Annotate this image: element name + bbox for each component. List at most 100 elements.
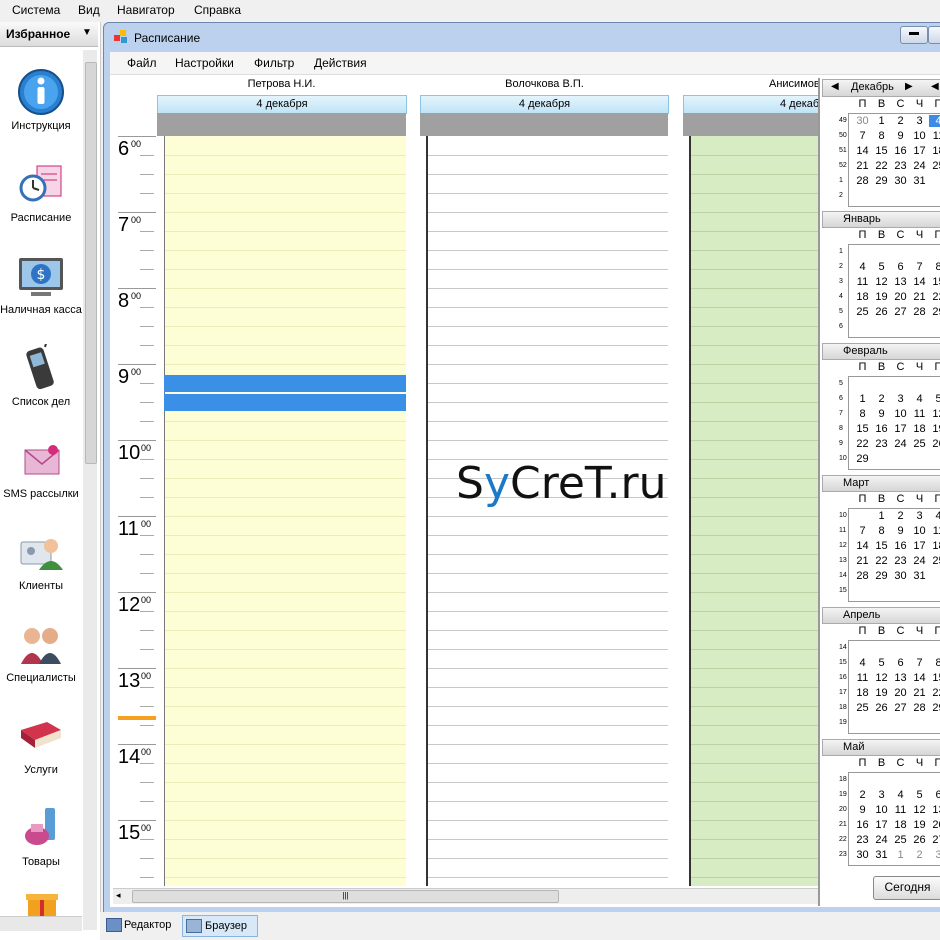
calendar-day[interactable]: 26 [872, 306, 891, 318]
calendar-day[interactable]: 17 [910, 145, 929, 157]
appointment-block[interactable] [164, 394, 406, 411]
nav-item-services[interactable]: Услуги [0, 712, 82, 776]
calendar-day[interactable]: 12 [929, 408, 940, 420]
calendar-day[interactable]: 22 [872, 555, 891, 567]
calendar-day[interactable]: 30 [891, 570, 910, 582]
calendar-day[interactable]: 20 [891, 291, 910, 303]
calendar-day[interactable]: 7 [910, 261, 929, 273]
calendar-day[interactable]: 7 [910, 657, 929, 669]
calendar-day[interactable]: 29 [853, 453, 872, 465]
calendar-day[interactable]: 17 [872, 819, 891, 831]
calendar-day[interactable]: 21 [910, 687, 929, 699]
calendar-day[interactable]: 25 [853, 702, 872, 714]
calendar-day[interactable]: 18 [853, 687, 872, 699]
calendar-day[interactable]: 23 [891, 160, 910, 172]
calendar-day[interactable]: 29 [872, 570, 891, 582]
calendar-day[interactable]: 2 [872, 393, 891, 405]
calendar-day[interactable]: 24 [872, 834, 891, 846]
calendar-day[interactable]: 11 [910, 408, 929, 420]
calendar-day[interactable]: 18 [891, 819, 910, 831]
calendar-day[interactable]: 8 [853, 408, 872, 420]
calendar-day[interactable]: 28 [853, 175, 872, 187]
prev-month-icon[interactable]: ◀ [831, 81, 839, 92]
nav-item-goods[interactable]: Товары [0, 804, 82, 868]
gift-icon[interactable] [26, 888, 58, 916]
calendar-day[interactable]: 29 [929, 702, 940, 714]
appointment-block[interactable] [164, 375, 406, 392]
calendar-day[interactable]: 11 [929, 525, 940, 537]
calendar-day[interactable]: 11 [891, 804, 910, 816]
menu-item-navigator[interactable]: Навигатор [117, 3, 175, 17]
calendar-day[interactable]: 6 [929, 789, 940, 801]
calendar-day[interactable]: 5 [910, 789, 929, 801]
tab-editor[interactable]: Редактор [104, 915, 180, 935]
calendar-day[interactable]: 30 [853, 115, 872, 127]
day-column-anisimov[interactable] [690, 136, 818, 886]
calendar-day[interactable]: 5 [872, 261, 891, 273]
calendar-day[interactable]: 2 [891, 510, 910, 522]
column-date-header[interactable]: 4 декабря [420, 95, 669, 114]
calendar-day[interactable]: 23 [853, 834, 872, 846]
calendar-day[interactable]: 8 [872, 525, 891, 537]
calendar-day[interactable]: 9 [891, 525, 910, 537]
calendar-month-header[interactable]: Февраль [822, 343, 940, 360]
scroll-left-icon[interactable]: ◂ [116, 890, 121, 901]
column-date-header[interactable]: 4 декаб [683, 95, 819, 114]
calendar-month-header[interactable]: Май [822, 739, 940, 756]
tab-browser[interactable]: Браузер [182, 915, 258, 937]
calendar-day[interactable]: 16 [872, 423, 891, 435]
nav-item-sms[interactable]: SMS рассылки [0, 436, 82, 500]
calendar-day[interactable]: 10 [891, 408, 910, 420]
calendar-day[interactable]: 28 [910, 306, 929, 318]
calendar-day[interactable]: 4 [891, 789, 910, 801]
calendar-day[interactable]: 20 [929, 819, 940, 831]
calendar-day[interactable]: 5 [872, 657, 891, 669]
calendar-day[interactable]: 23 [891, 555, 910, 567]
calendar-day[interactable]: 19 [929, 423, 940, 435]
calendar-day[interactable]: 3 [872, 789, 891, 801]
calendar-day[interactable]: 24 [910, 160, 929, 172]
calendar-day[interactable]: 22 [929, 687, 940, 699]
calendar-day[interactable]: 3 [891, 393, 910, 405]
menu-filter[interactable]: Фильтр [254, 56, 294, 70]
calendar-day[interactable]: 9 [853, 804, 872, 816]
calendar-day[interactable]: 27 [929, 834, 940, 846]
calendar-day[interactable]: 8 [929, 261, 940, 273]
menu-actions[interactable]: Действия [314, 56, 367, 70]
navigator-hscrollbar[interactable] [0, 916, 82, 931]
calendar-day[interactable]: 16 [891, 540, 910, 552]
calendar-day[interactable]: 3 [910, 115, 929, 127]
calendar-day[interactable]: 6 [891, 657, 910, 669]
calendar-day[interactable]: 3 [929, 849, 940, 861]
calendar-day[interactable]: 21 [853, 160, 872, 172]
calendar-day[interactable]: 22 [929, 291, 940, 303]
calendar-day[interactable]: 18 [853, 291, 872, 303]
calendar-day[interactable]: 26 [929, 438, 940, 450]
calendar-day[interactable]: 9 [891, 130, 910, 142]
calendar-day[interactable]: 4 [910, 393, 929, 405]
calendar-day[interactable]: 22 [853, 438, 872, 450]
calendar-day[interactable]: 25 [929, 160, 940, 172]
day-column-volochkova[interactable] [427, 136, 668, 886]
calendar-day[interactable]: 25 [929, 555, 940, 567]
calendar-day[interactable]: 10 [910, 130, 929, 142]
calendar-day[interactable]: 25 [853, 306, 872, 318]
calendar-day[interactable]: 19 [872, 291, 891, 303]
nav-item-schedule[interactable]: Расписание [0, 160, 82, 224]
calendar-day[interactable]: 1 [853, 393, 872, 405]
calendar-day[interactable]: 16 [891, 145, 910, 157]
calendar-day[interactable]: 18 [929, 145, 940, 157]
calendar-day[interactable]: 16 [853, 819, 872, 831]
nav-item-specialists[interactable]: Специалисты [0, 620, 82, 684]
calendar-day[interactable]: 24 [910, 555, 929, 567]
column-header-specialist[interactable]: Волочкова В.П. [420, 78, 669, 94]
calendar-day[interactable]: 22 [872, 160, 891, 172]
calendar-day[interactable]: 2 [891, 115, 910, 127]
calendar-day[interactable]: 25 [891, 834, 910, 846]
calendar-day[interactable]: 26 [872, 702, 891, 714]
calendar-day[interactable]: 10 [872, 804, 891, 816]
calendar-day[interactable]: 29 [872, 175, 891, 187]
calendar-day[interactable]: 13 [891, 672, 910, 684]
calendar-day[interactable]: 19 [872, 687, 891, 699]
calendar-day[interactable]: 7 [853, 525, 872, 537]
